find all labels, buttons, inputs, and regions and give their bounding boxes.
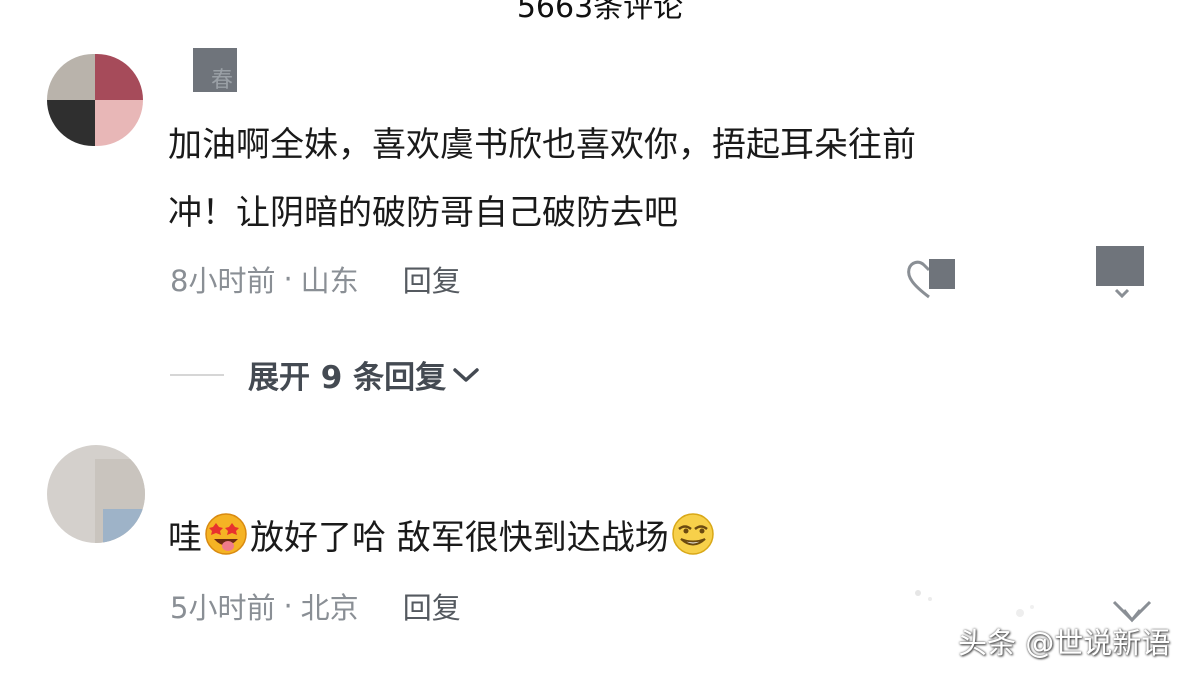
comment-count-header: 5663条评论: [516, 0, 684, 25]
avatar[interactable]: [47, 54, 143, 146]
comment-location: 山东: [300, 264, 359, 298]
chevron-down-icon: [453, 367, 479, 382]
comment-meta: 5小时前 · 北京 回复: [170, 585, 461, 627]
heart-icon[interactable]: [903, 257, 955, 301]
avatar[interactable]: [47, 445, 145, 543]
meta-separator: ·: [283, 262, 293, 296]
divider-line: [170, 373, 224, 376]
reply-button[interactable]: 回复: [403, 585, 461, 627]
comment-text: 哇 放好了哈 敌军很快到达战场: [168, 510, 717, 566]
comment-time: 5小时前: [170, 591, 276, 625]
smirk-emoji: [672, 513, 714, 555]
thumbs-down-icon[interactable]: [1094, 246, 1146, 298]
meta-separator: ·: [283, 589, 293, 623]
faded-icons: [915, 590, 1034, 617]
comment-location: 北京: [300, 591, 359, 625]
comment-text-line-2: 冲！让阴暗的破防哥自己破防去吧: [168, 193, 678, 233]
star-struck-tongue-emoji: [205, 513, 247, 555]
reply-button[interactable]: 回复: [403, 258, 461, 300]
username[interactable]: 春: [193, 48, 237, 93]
comment-meta: 8小时前 · 山东 回复: [170, 258, 461, 300]
expand-replies-button[interactable]: 展开 9 条回复: [170, 352, 480, 397]
comment-text-line-1: 加油啊全妹，喜欢虞书欣也喜欢你，捂起耳朵往前: [168, 125, 916, 165]
watermark: 头条 @世说新语: [958, 626, 1171, 660]
expand-replies-label: 展开 9 条回复: [248, 360, 447, 396]
comment-text-part: 哇: [168, 518, 202, 558]
comment-text-part: 放好了哈 敌军很快到达战场: [250, 518, 669, 558]
comment-time: 8小时前: [170, 264, 276, 298]
